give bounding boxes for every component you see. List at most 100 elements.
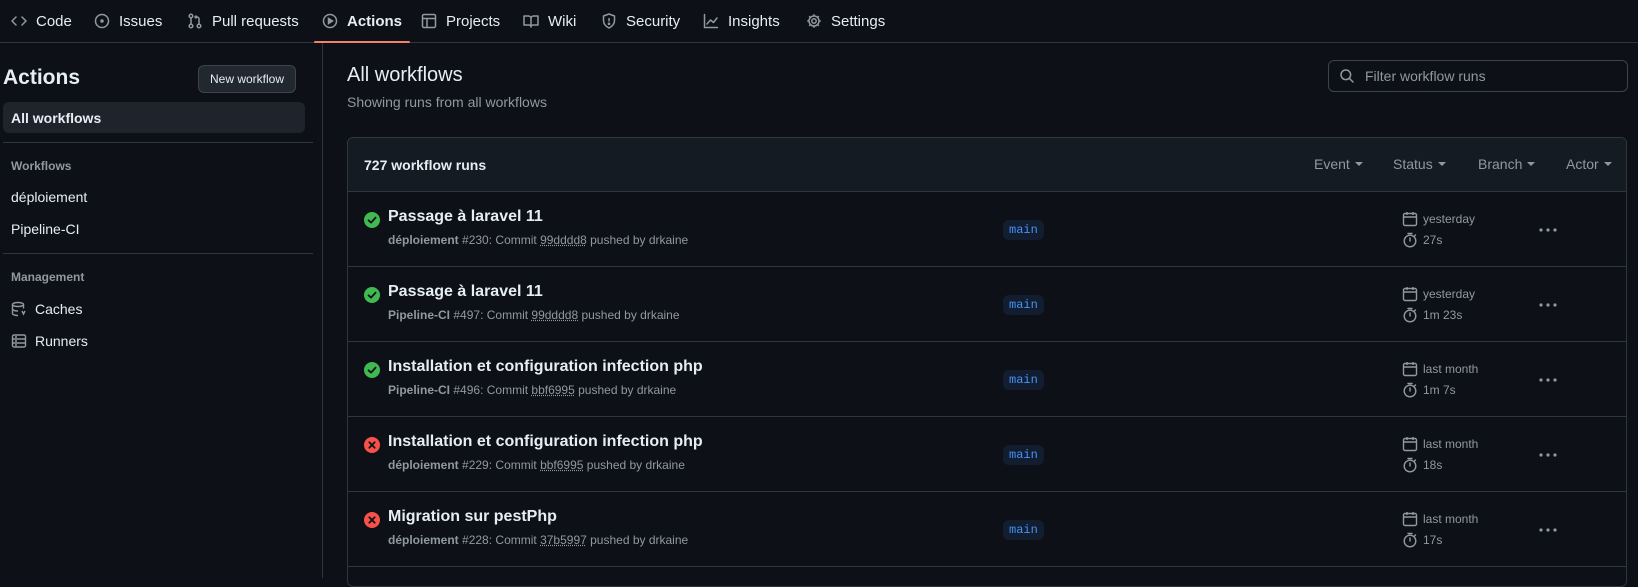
sidebar-item-deploiement[interactable]: déploiement (11, 189, 87, 205)
run-date: last month (1402, 511, 1478, 527)
stopwatch-icon (1403, 307, 1417, 323)
kebab-horizontal-icon[interactable] (1536, 370, 1560, 390)
stopwatch-icon (1403, 457, 1417, 473)
tab-security[interactable]: Security (601, 0, 680, 42)
run-commit-prefix: : Commit (480, 308, 532, 322)
filter-workflow-runs[interactable] (1328, 60, 1628, 92)
run-duration-value: 18s (1423, 458, 1443, 472)
run-date: yesterday (1402, 286, 1475, 302)
management-heading: Management (11, 270, 85, 284)
tab-wiki[interactable]: Wiki (523, 0, 576, 42)
branch-label[interactable]: main (1003, 220, 1044, 240)
run-meta: déploiement #229: Commit bbf6995 pushed … (388, 458, 685, 472)
kebab-horizontal-icon[interactable] (1536, 520, 1560, 540)
new-workflow-button[interactable]: New workflow (198, 65, 296, 93)
commit-sha-link[interactable]: 99dddd8 (540, 233, 587, 247)
commit-sha-link[interactable]: 37b5997 (540, 533, 587, 547)
check-circle-icon (364, 212, 380, 228)
branch-label[interactable]: main (1003, 370, 1044, 390)
run-duration-value: 27s (1423, 233, 1443, 247)
commit-sha-link[interactable]: bbf6995 (540, 458, 583, 472)
caret-down-icon (1354, 162, 1363, 166)
sidebar-title: Actions (3, 66, 81, 89)
actor-filter-button[interactable]: Actor (1566, 156, 1612, 172)
check-circle-icon (364, 287, 380, 303)
run-title[interactable]: Passage à laravel 11 (388, 283, 543, 301)
tab-label: Pull requests (212, 12, 299, 30)
sidebar-item-runners[interactable]: Runners (11, 333, 88, 349)
stopwatch-icon (1403, 532, 1417, 548)
workflow-runs-list: 727 workflow runs Event Status Branch Ac… (347, 137, 1627, 587)
event-filter-button[interactable]: Event (1314, 156, 1363, 172)
repo-nav: Code Issues Pull requests Actions Projec… (0, 0, 1638, 43)
branch-label[interactable]: main (1003, 445, 1044, 465)
run-pushed-by: pushed by drkaine (586, 533, 689, 547)
workflow-run-row: Passage à laravel 11 déploiement #230: C… (348, 192, 1626, 267)
filter-input[interactable] (1363, 67, 1617, 85)
workflow-run-row: Migration sur pestPhp déploiement #228: … (348, 492, 1626, 567)
run-duration-value: 1m 7s (1423, 383, 1456, 397)
run-number: #496 (453, 383, 481, 397)
calendar-icon (1402, 287, 1418, 302)
database-icon (11, 301, 26, 317)
run-date: last month (1402, 436, 1478, 452)
tab-issues[interactable]: Issues (94, 0, 162, 42)
code-icon (11, 16, 27, 26)
run-when: last month (1423, 437, 1479, 451)
status-filter-button[interactable]: Status (1393, 156, 1446, 172)
run-pushed-by: pushed by drkaine (583, 458, 685, 472)
run-workflow: déploiement (388, 458, 459, 472)
workflow-run-row: Installation et configuration infection … (348, 417, 1626, 492)
table-icon (421, 13, 437, 29)
page-subtitle: Showing runs from all workflows (347, 94, 547, 110)
tab-label: Wiki (548, 12, 577, 30)
caret-down-icon (1527, 162, 1536, 166)
run-title[interactable]: Migration sur pestPhp (388, 508, 557, 526)
run-meta: Pipeline-CI #497: Commit 99dddd8 pushed … (388, 308, 680, 322)
graph-icon (703, 13, 719, 29)
branch-label[interactable]: main (1003, 295, 1044, 315)
commit-sha-link[interactable]: bbf6995 (531, 383, 574, 397)
sidebar-divider (3, 142, 313, 143)
run-meta: Pipeline-CI #496: Commit bbf6995 pushed … (388, 383, 676, 397)
tab-settings[interactable]: Settings (806, 0, 885, 42)
play-icon (322, 13, 338, 29)
run-number: #497 (453, 308, 481, 322)
run-meta: déploiement #228: Commit 37b5997 pushed … (388, 533, 688, 547)
sidebar-item-all-workflows[interactable]: All workflows (3, 102, 305, 133)
run-title[interactable]: Installation et configuration infection … (388, 358, 703, 376)
tab-insights[interactable]: Insights (703, 0, 780, 42)
run-date: last month (1402, 361, 1478, 377)
run-title[interactable]: Passage à laravel 11 (388, 208, 543, 226)
commit-sha-link[interactable]: 99dddd8 (531, 308, 578, 322)
workflow-run-row: Installation et configuration infection … (348, 342, 1626, 417)
run-duration: 1m 23s (1402, 307, 1462, 323)
sidebar-item-caches[interactable]: Caches (11, 301, 82, 317)
tab-actions[interactable]: Actions (313, 0, 411, 43)
stopwatch-icon (1403, 232, 1417, 248)
sidebar-item-label: Runners (35, 333, 88, 349)
runs-count: 727 workflow runs (364, 157, 487, 173)
tab-projects[interactable]: Projects (421, 0, 500, 42)
git-pull-request-icon (188, 13, 202, 29)
run-number: #229 (462, 458, 489, 472)
check-circle-icon (364, 362, 380, 378)
run-number: #230 (462, 233, 489, 247)
tab-pull-requests[interactable]: Pull requests (187, 0, 299, 42)
run-date: yesterday (1402, 211, 1475, 227)
kebab-horizontal-icon[interactable] (1536, 220, 1560, 240)
branch-label[interactable]: main (1003, 520, 1044, 540)
run-pushed-by: pushed by drkaine (578, 308, 680, 322)
run-workflow: déploiement (388, 233, 459, 247)
tab-code[interactable]: Code (11, 0, 72, 42)
kebab-horizontal-icon[interactable] (1536, 445, 1560, 465)
workflow-run-row: Passage à laravel 11 Pipeline-CI #497: C… (348, 267, 1626, 342)
sidebar-item-pipeline-ci[interactable]: Pipeline-CI (11, 221, 79, 237)
branch-filter-button[interactable]: Branch (1478, 156, 1536, 172)
tab-label: Security (626, 12, 681, 30)
run-title[interactable]: Installation et configuration infection … (388, 433, 703, 451)
calendar-icon (1402, 437, 1418, 452)
sidebar-divider (322, 43, 323, 578)
run-when: last month (1423, 512, 1479, 526)
kebab-horizontal-icon[interactable] (1536, 295, 1560, 315)
